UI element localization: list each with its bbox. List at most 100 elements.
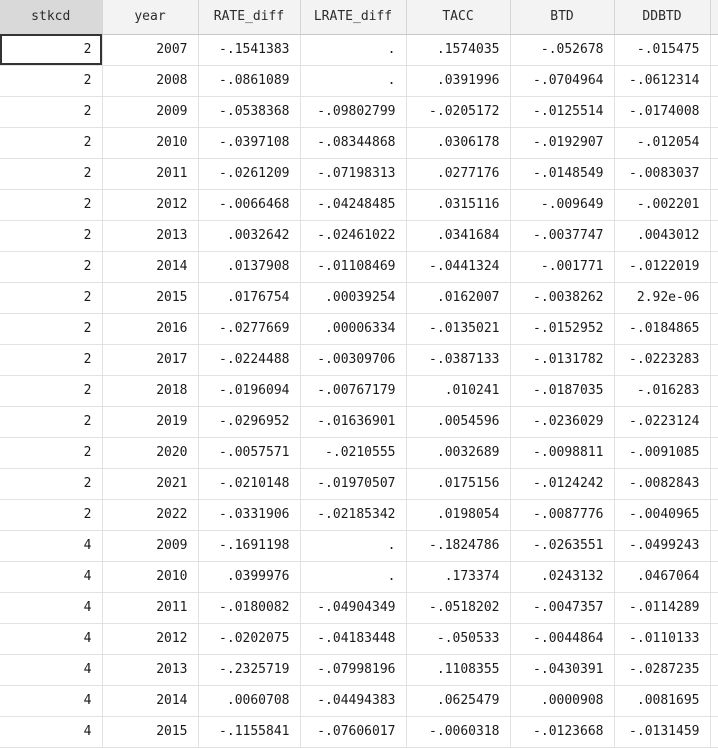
cell-rate-diff[interactable]: -.0196094 [198,375,301,407]
cell-rate-diff[interactable]: -.0057571 [198,437,301,469]
cell-ddbtd[interactable]: .0043012 [614,220,711,252]
cell-year[interactable]: 2010 [102,127,199,159]
cell-tacc[interactable]: -.1824786 [406,530,511,562]
cell-year[interactable]: 2020 [102,437,199,469]
cell-ddbtd[interactable]: -.0223283 [614,344,711,376]
cell-year[interactable]: 2009 [102,96,199,128]
cell-lrate-diff[interactable]: -.0210555 [300,437,407,469]
column-header-ddbtd[interactable]: DDBTD [614,0,711,35]
cell-rate-diff[interactable]: -.0331906 [198,499,301,531]
cell-btd[interactable]: -.0192907 [510,127,615,159]
cell-year[interactable]: 2021 [102,468,199,500]
cell-btd[interactable]: -.0236029 [510,406,615,438]
column-header-tacc[interactable]: TACC [406,0,511,35]
cell-ddbtd[interactable]: 2.92e-06 [614,282,711,314]
cell-stkcd[interactable]: 2 [0,34,103,66]
cell-btd[interactable]: -.0430391 [510,654,615,686]
cell-year[interactable]: 2022 [102,499,199,531]
cell-year[interactable]: 2012 [102,189,199,221]
cell-ddbtd[interactable]: -.0174008 [614,96,711,128]
cell-ddbtd[interactable]: -.0499243 [614,530,711,562]
cell-stkcd[interactable]: 2 [0,313,103,345]
cell-lrate-diff[interactable]: . [300,34,407,66]
cell-tacc[interactable]: .0391996 [406,65,511,97]
cell-rate-diff[interactable]: -.0224488 [198,344,301,376]
cell-btd[interactable]: -.0148549 [510,158,615,190]
column-header-btd[interactable]: BTD [510,0,615,35]
cell-year[interactable]: 2018 [102,375,199,407]
cell-lrate-diff[interactable]: . [300,530,407,562]
cell-year[interactable]: 2010 [102,561,199,593]
cell-tacc[interactable]: .1108355 [406,654,511,686]
cell-btd[interactable]: -.052678 [510,34,615,66]
cell-tacc[interactable]: -.0205172 [406,96,511,128]
cell-lrate-diff[interactable]: -.08344868 [300,127,407,159]
cell-rate-diff[interactable]: -.0296952 [198,406,301,438]
cell-rate-diff[interactable]: -.2325719 [198,654,301,686]
cell-stkcd[interactable]: 2 [0,251,103,283]
cell-ddbtd[interactable]: -.0612314 [614,65,711,97]
cell-rate-diff[interactable]: -.0538368 [198,96,301,128]
cell-stkcd[interactable]: 2 [0,468,103,500]
cell-tacc[interactable]: -.0060318 [406,716,511,748]
cell-stkcd[interactable]: 4 [0,654,103,686]
cell-tacc[interactable]: .0315116 [406,189,511,221]
cell-year[interactable]: 2011 [102,158,199,190]
cell-year[interactable]: 2013 [102,654,199,686]
cell-tacc[interactable]: .0198054 [406,499,511,531]
cell-stkcd[interactable]: 4 [0,623,103,655]
cell-tacc[interactable]: .173374 [406,561,511,593]
cell-lrate-diff[interactable]: -.02461022 [300,220,407,252]
cell-stkcd[interactable]: 2 [0,437,103,469]
cell-rate-diff[interactable]: -.0261209 [198,158,301,190]
column-header-lrate-diff[interactable]: LRATE_diff [300,0,407,35]
cell-year[interactable]: 2014 [102,685,199,717]
cell-rate-diff[interactable]: .0060708 [198,685,301,717]
cell-btd[interactable]: -.0125514 [510,96,615,128]
cell-year[interactable]: 2015 [102,716,199,748]
cell-btd[interactable]: -.001771 [510,251,615,283]
cell-ddbtd[interactable]: .0081695 [614,685,711,717]
cell-lrate-diff[interactable]: -.07606017 [300,716,407,748]
cell-rate-diff[interactable]: -.0861089 [198,65,301,97]
cell-ddbtd[interactable]: -.0122019 [614,251,711,283]
cell-lrate-diff[interactable]: .00039254 [300,282,407,314]
column-header-rate-diff[interactable]: RATE_diff [198,0,301,35]
cell-stkcd[interactable]: 2 [0,220,103,252]
cell-stkcd[interactable]: 2 [0,375,103,407]
cell-tacc[interactable]: .0341684 [406,220,511,252]
cell-lrate-diff[interactable]: -.01108469 [300,251,407,283]
cell-tacc[interactable]: .0306178 [406,127,511,159]
cell-lrate-diff[interactable]: -.09802799 [300,96,407,128]
cell-stkcd[interactable]: 4 [0,592,103,624]
cell-ddbtd[interactable]: -.012054 [614,127,711,159]
cell-ddbtd[interactable]: -.0040965 [614,499,711,531]
cell-year[interactable]: 2013 [102,220,199,252]
cell-tacc[interactable]: .010241 [406,375,511,407]
cell-lrate-diff[interactable]: -.07198313 [300,158,407,190]
cell-ddbtd[interactable]: -.0131459 [614,716,711,748]
cell-year[interactable]: 2007 [102,34,199,66]
cell-tacc[interactable]: -.0518202 [406,592,511,624]
cell-ddbtd[interactable]: -.0287235 [614,654,711,686]
cell-lrate-diff[interactable]: -.04494383 [300,685,407,717]
cell-ddbtd[interactable]: -.0184865 [614,313,711,345]
cell-year[interactable]: 2014 [102,251,199,283]
cell-rate-diff[interactable]: -.1541383 [198,34,301,66]
cell-stkcd[interactable]: 2 [0,158,103,190]
cell-lrate-diff[interactable]: -.00309706 [300,344,407,376]
cell-stkcd[interactable]: 4 [0,530,103,562]
cell-btd[interactable]: -.009649 [510,189,615,221]
cell-btd[interactable]: -.0044864 [510,623,615,655]
cell-ddbtd[interactable]: -.0223124 [614,406,711,438]
cell-lrate-diff[interactable]: -.01970507 [300,468,407,500]
cell-lrate-diff[interactable]: -.02185342 [300,499,407,531]
cell-tacc[interactable]: .1574035 [406,34,511,66]
cell-stkcd[interactable]: 2 [0,65,103,97]
cell-stkcd[interactable]: 4 [0,716,103,748]
cell-lrate-diff[interactable]: -.00767179 [300,375,407,407]
cell-tacc[interactable]: .0625479 [406,685,511,717]
cell-stkcd[interactable]: 2 [0,406,103,438]
cell-tacc[interactable]: .0277176 [406,158,511,190]
cell-year[interactable]: 2012 [102,623,199,655]
